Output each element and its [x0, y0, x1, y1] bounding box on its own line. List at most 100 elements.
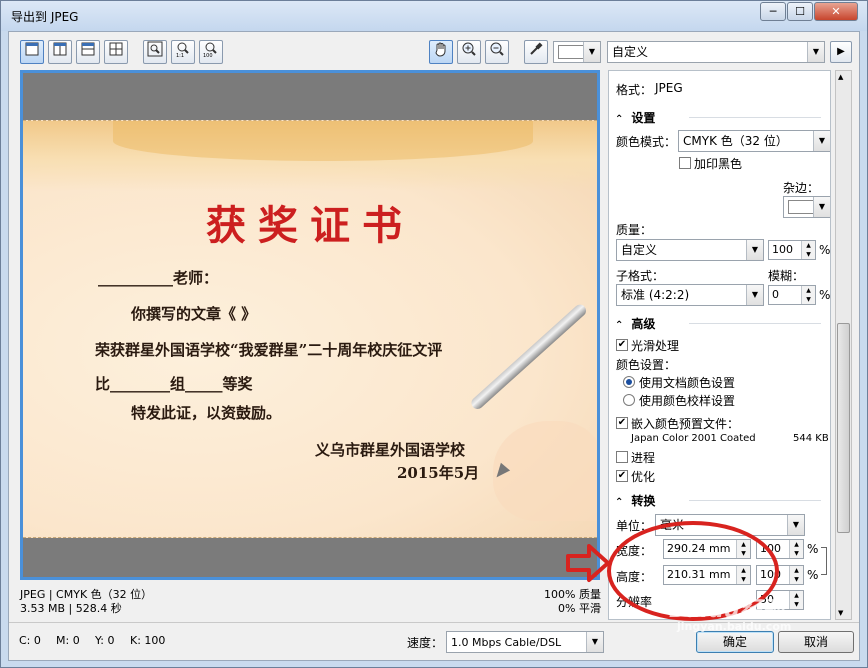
eyedropper-icon[interactable]: [524, 40, 548, 64]
yellow-readout: Y: 0: [95, 634, 115, 647]
certificate-line: 2015年5月: [397, 464, 480, 482]
cyan-readout: C: 0: [19, 634, 41, 647]
quality-label: 质量：: [616, 223, 653, 237]
export-dialog: 导出到 JPEG ─ ☐ ✕ 1:1 100 ▼ 自定义 ▼ ▶ 获奖证书 __…: [0, 0, 868, 668]
speed-label: 速度：: [407, 636, 444, 650]
profile-name: Japan Color 2001 Coated: [631, 433, 756, 444]
speed-combo[interactable]: 1.0 Mbps Cable/DSL ▼: [446, 631, 604, 653]
close-button[interactable]: ✕: [814, 2, 858, 21]
embed-profile-checkbox[interactable]: ✔: [616, 417, 628, 429]
format-value: JPEG: [655, 81, 683, 95]
preview-info-smoothing: 0% 平滑: [558, 602, 601, 615]
optimize-checkbox[interactable]: ✔: [616, 470, 628, 482]
use-proof-color-radio[interactable]: [623, 394, 635, 406]
scrollbar-thumb[interactable]: [837, 323, 850, 533]
magenta-readout: M: 0: [56, 634, 80, 647]
matte-color-combo[interactable]: ▼: [783, 196, 830, 218]
chevron-down-icon: ▼: [807, 42, 824, 62]
decorative-arc: [113, 121, 533, 161]
minimize-button[interactable]: ─: [760, 2, 786, 21]
chevron-down-icon: ▼: [813, 197, 830, 217]
link-ratio-icon[interactable]: [821, 547, 827, 575]
annotation-arrow-icon: [566, 544, 610, 582]
color-mode-label: 颜色模式：: [616, 135, 677, 149]
chevron-down-icon: ▼: [586, 632, 603, 652]
preview-pane[interactable]: 获奖证书 __________老师： 你撰写的文章《 》 荣获群星外国语学校“我…: [20, 70, 600, 580]
zoom-out-icon[interactable]: [485, 40, 509, 64]
section-advanced-header[interactable]: ⌃ 高级: [615, 315, 821, 332]
percent-sign: %: [819, 243, 831, 257]
baidu-watermark-url: jingyan.baidu.com: [677, 620, 792, 633]
collapse-icon: ⌃: [615, 114, 624, 125]
progressive-label: 进程: [631, 451, 656, 465]
split-horizontal-icon[interactable]: [76, 40, 100, 64]
certificate-line: __________老师：: [98, 269, 219, 287]
zoom-fit-icon[interactable]: [143, 40, 167, 64]
certificate-image: 获奖证书 __________老师： 你撰写的文章《 》 荣获群星外国语学校“我…: [23, 120, 597, 538]
progressive-checkbox[interactable]: [616, 451, 628, 463]
section-transform-header[interactable]: ⌃ 转换: [615, 492, 821, 509]
scroll-up-icon[interactable]: ▲: [838, 73, 843, 81]
pen-icon: [468, 302, 589, 412]
antialias-label: 光滑处理: [631, 339, 680, 353]
section-settings-header[interactable]: ⌃ 设置: [615, 109, 821, 126]
percent-sign: %: [807, 568, 819, 582]
zoom-in-icon[interactable]: [457, 40, 481, 64]
svg-text:1:1: 1:1: [176, 53, 184, 57]
dialog-body: 1:1 100 ▼ 自定义 ▼ ▶ 获奖证书 __________老师： 你撰写…: [8, 31, 860, 661]
percent-sign: %: [807, 542, 819, 556]
preset-value: 自定义: [612, 45, 649, 59]
split-vertical-icon[interactable]: [48, 40, 72, 64]
maximize-button[interactable]: ☐: [787, 2, 813, 21]
ok-button[interactable]: 确定: [696, 631, 774, 653]
percent-sign: %: [819, 288, 831, 302]
blur-label: 模糊：: [768, 269, 805, 283]
single-view-icon[interactable]: [20, 40, 44, 64]
svg-text:100: 100: [203, 53, 213, 57]
profile-size: 544 KB: [793, 433, 829, 444]
black-readout: K: 100: [130, 634, 166, 647]
color-swatch: [558, 45, 584, 59]
use-doc-color-label: 使用文档颜色设置: [639, 376, 736, 390]
color-mode-combo[interactable]: CMYK 色（32 位） ▼: [678, 130, 830, 152]
certificate-line: 荣获群星外国语学校“我爱群星”二十周年校庆征文评: [95, 341, 443, 359]
use-proof-color-label: 使用颜色校样设置: [639, 394, 736, 408]
scroll-down-icon[interactable]: ▼: [838, 609, 843, 617]
title-bar: 导出到 JPEG ─ ☐ ✕: [1, 1, 867, 31]
cancel-button[interactable]: 取消: [778, 631, 854, 653]
certificate-line: 义乌市群星外国语学校: [315, 441, 466, 459]
spin-arrows-icon: ▲ ▼: [789, 566, 803, 584]
quality-percent-spin[interactable]: 100 ▲ ▼: [768, 240, 816, 260]
quad-view-icon[interactable]: [104, 40, 128, 64]
quality-combo[interactable]: 自定义 ▼: [616, 239, 764, 261]
spin-arrows-icon: ▲ ▼: [789, 540, 803, 558]
certificate-line: 特发此证，以资鼓励。: [131, 404, 282, 422]
matte-label: 杂边：: [783, 181, 820, 195]
overprint-black-checkbox[interactable]: [679, 157, 691, 169]
hand-icon[interactable]: [429, 40, 453, 64]
use-doc-color-radio[interactable]: [623, 376, 635, 388]
spin-arrows-icon: ▲ ▼: [789, 591, 803, 609]
zoom-1to1-icon[interactable]: 1:1: [171, 40, 195, 64]
collapse-icon: ⌃: [615, 320, 624, 331]
subformat-combo[interactable]: 标准 (4:2:2) ▼: [616, 284, 764, 306]
spin-arrows-icon: ▲ ▼: [801, 241, 815, 259]
subformat-label: 子格式：: [616, 269, 665, 283]
overprint-black-label: 加印黑色: [694, 157, 743, 171]
color-swatch: [788, 200, 814, 214]
optimize-label: 优化: [631, 470, 656, 484]
antialias-checkbox[interactable]: ✔: [616, 339, 628, 351]
preset-next-button[interactable]: ▶: [830, 41, 852, 63]
preset-combo[interactable]: 自定义 ▼: [607, 41, 825, 63]
zoom-100-icon[interactable]: 100: [199, 40, 223, 64]
panel-scrollbar[interactable]: ▲ ▼: [835, 70, 852, 620]
spin-arrows-icon: ▲ ▼: [801, 286, 815, 304]
blur-spin[interactable]: 0 ▲ ▼: [768, 285, 816, 305]
matte-color-picker[interactable]: ▼: [553, 41, 601, 63]
chevron-down-icon: ▼: [583, 42, 600, 62]
collapse-icon: ⌃: [615, 497, 624, 508]
certificate-line: 你撰写的文章《 》: [131, 305, 257, 323]
chevron-down-icon: ▼: [746, 240, 763, 260]
chevron-down-icon: ▼: [813, 131, 830, 151]
chevron-down-icon: ▼: [746, 285, 763, 305]
